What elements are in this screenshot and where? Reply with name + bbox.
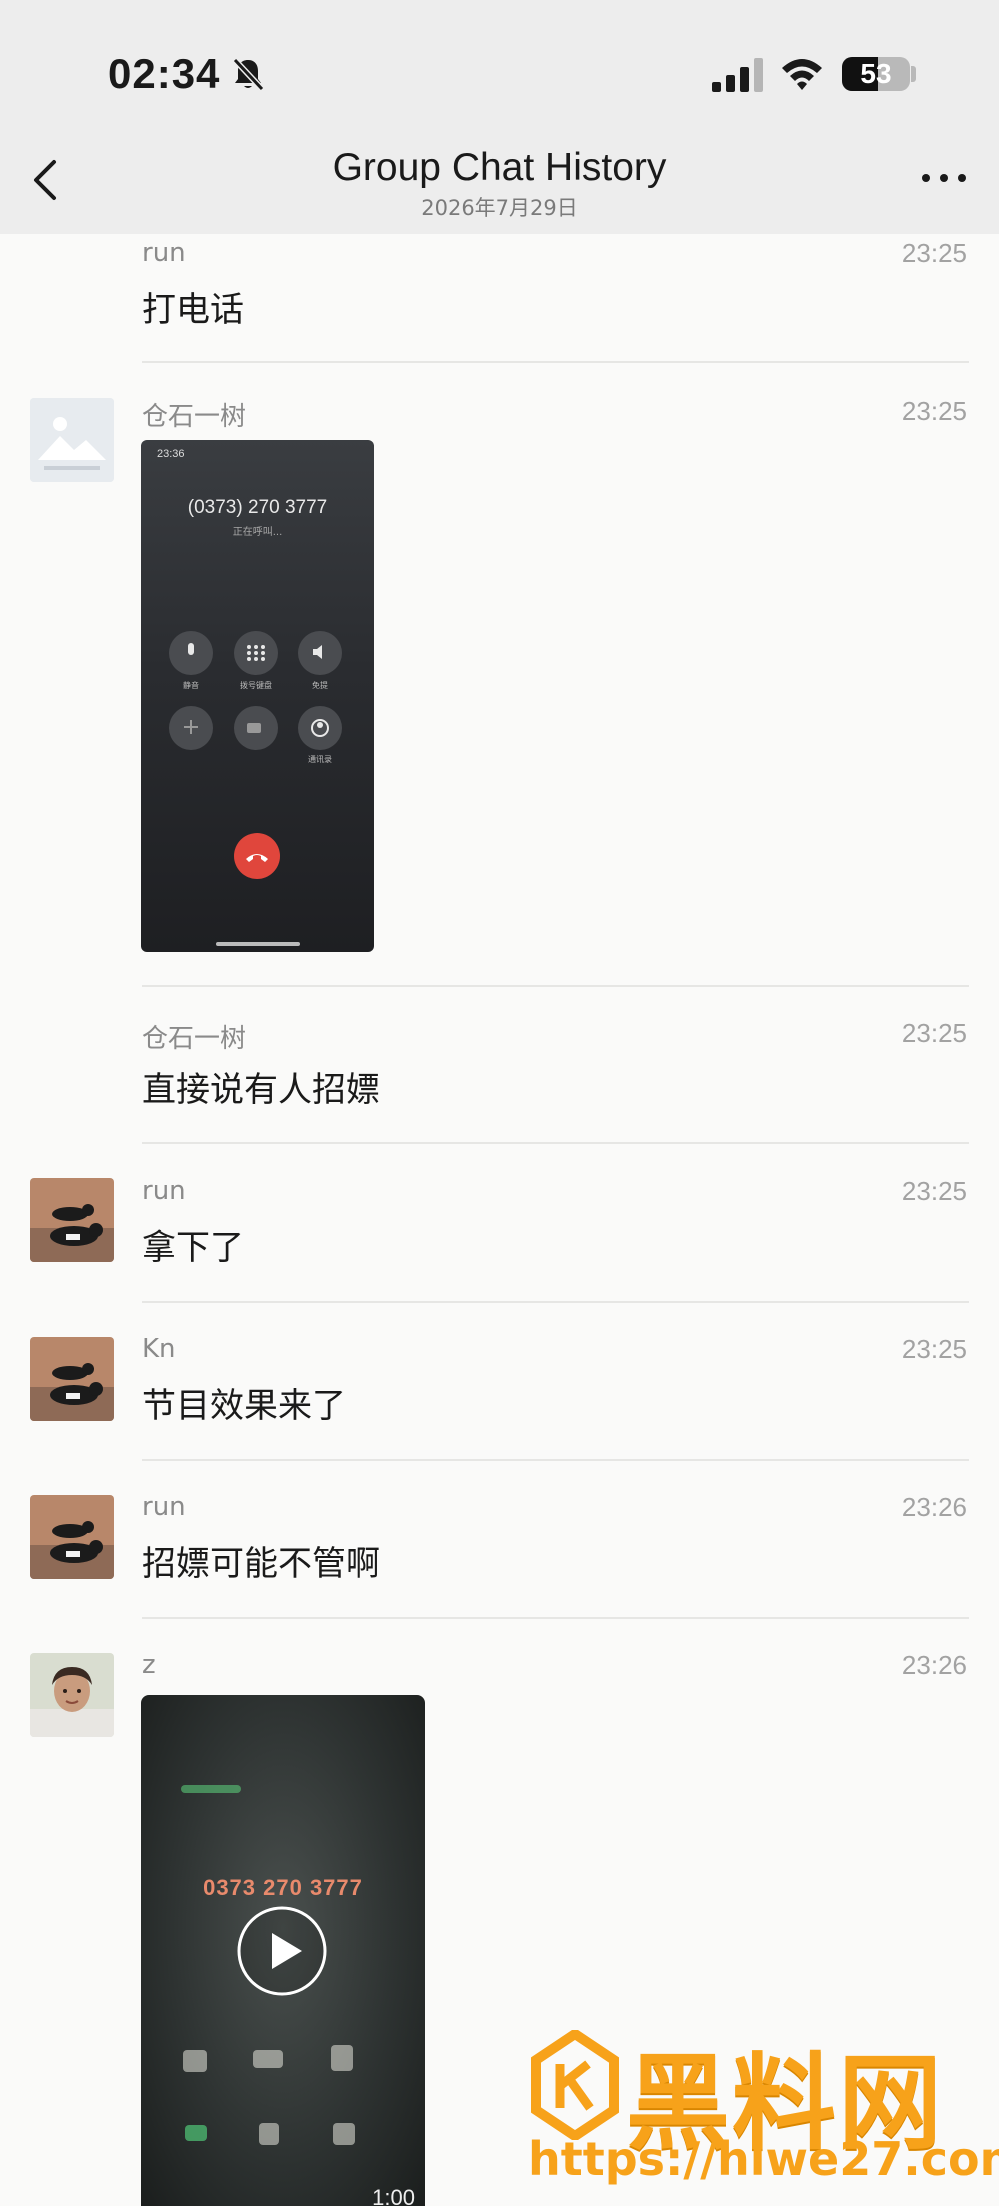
battery-tip xyxy=(911,66,916,82)
message-time: 23:25 xyxy=(901,1334,967,1364)
watermark-url: https://hlwe27.com xyxy=(528,2132,999,2186)
message-time: 23:25 xyxy=(901,1018,967,1048)
avatar-placeholder-icon[interactable] xyxy=(30,398,114,482)
page-title: Group Chat History xyxy=(332,146,667,189)
message-text[interactable]: 直接说有人招嫖 xyxy=(142,1062,380,1111)
back-chevron-icon[interactable] xyxy=(28,156,62,204)
message-time: 23:26 xyxy=(901,1492,967,1522)
video-blur-mark xyxy=(183,2050,207,2072)
play-icon[interactable] xyxy=(236,1905,328,1997)
call-screenshot-image[interactable]: 23:36 (0373) 270 3777 正在呼叫... 静音 拨号键盘 免提… xyxy=(141,440,374,952)
muted-bell-icon xyxy=(232,57,265,92)
message-sender: run xyxy=(142,238,186,268)
cellular-signal-icon xyxy=(712,58,763,92)
video-blur-mark xyxy=(333,2123,355,2145)
cat-avatar[interactable] xyxy=(30,1495,114,1579)
message-text[interactable]: 节目效果来了 xyxy=(142,1378,346,1427)
message-sender: Kn xyxy=(142,1334,176,1364)
video-blur-mark xyxy=(259,2123,279,2145)
cat-avatar[interactable] xyxy=(30,1178,114,1262)
message-divider xyxy=(142,1301,969,1303)
home-indicator xyxy=(216,942,300,946)
message-divider xyxy=(142,985,969,987)
video-blur-mark xyxy=(331,2045,353,2071)
message-sender: run xyxy=(142,1492,186,1522)
wifi-icon xyxy=(782,59,822,90)
video-message[interactable]: 0373 270 3777 1:00 xyxy=(141,1695,425,2206)
message-sender: z xyxy=(142,1650,156,1680)
video-number: 0373 270 3777 xyxy=(203,1875,363,1900)
status-time: 02:34 xyxy=(108,50,221,97)
message-divider xyxy=(142,1142,969,1144)
message-divider xyxy=(142,361,969,363)
video-blur-mark xyxy=(253,2050,283,2068)
page-date: 2026年7月29日 xyxy=(421,196,578,220)
top-bar: 02:34 53 Group Chat History 2026年7月29日 xyxy=(0,0,999,234)
message-time: 23:25 xyxy=(901,396,967,426)
more-options-icon[interactable] xyxy=(920,170,968,186)
video-blur-mark xyxy=(185,2125,207,2141)
message-time: 23:25 xyxy=(901,1176,967,1206)
battery-indicator: 53 xyxy=(842,57,910,91)
message-text[interactable]: 打电话 xyxy=(142,282,244,331)
message-time: 23:25 xyxy=(901,238,967,268)
message-divider xyxy=(142,1617,969,1619)
child-avatar[interactable] xyxy=(30,1653,114,1737)
message-sender: 仓石一树 xyxy=(142,402,247,432)
video-duration: 1:00 xyxy=(372,2185,415,2206)
message-text[interactable]: 招嫖可能不管啊 xyxy=(142,1536,380,1585)
message-text[interactable]: 拿下了 xyxy=(142,1220,244,1269)
watermark-logo xyxy=(531,2030,619,2140)
message-divider xyxy=(142,1459,969,1461)
cat-avatar[interactable] xyxy=(30,1337,114,1421)
message-time: 23:26 xyxy=(901,1650,967,1680)
message-sender: run xyxy=(142,1176,186,1206)
message-sender: 仓石一树 xyxy=(142,1024,247,1054)
battery-level: 53 xyxy=(860,58,892,89)
end-call-icon xyxy=(234,833,280,879)
video-blur-mark xyxy=(181,1785,241,1793)
